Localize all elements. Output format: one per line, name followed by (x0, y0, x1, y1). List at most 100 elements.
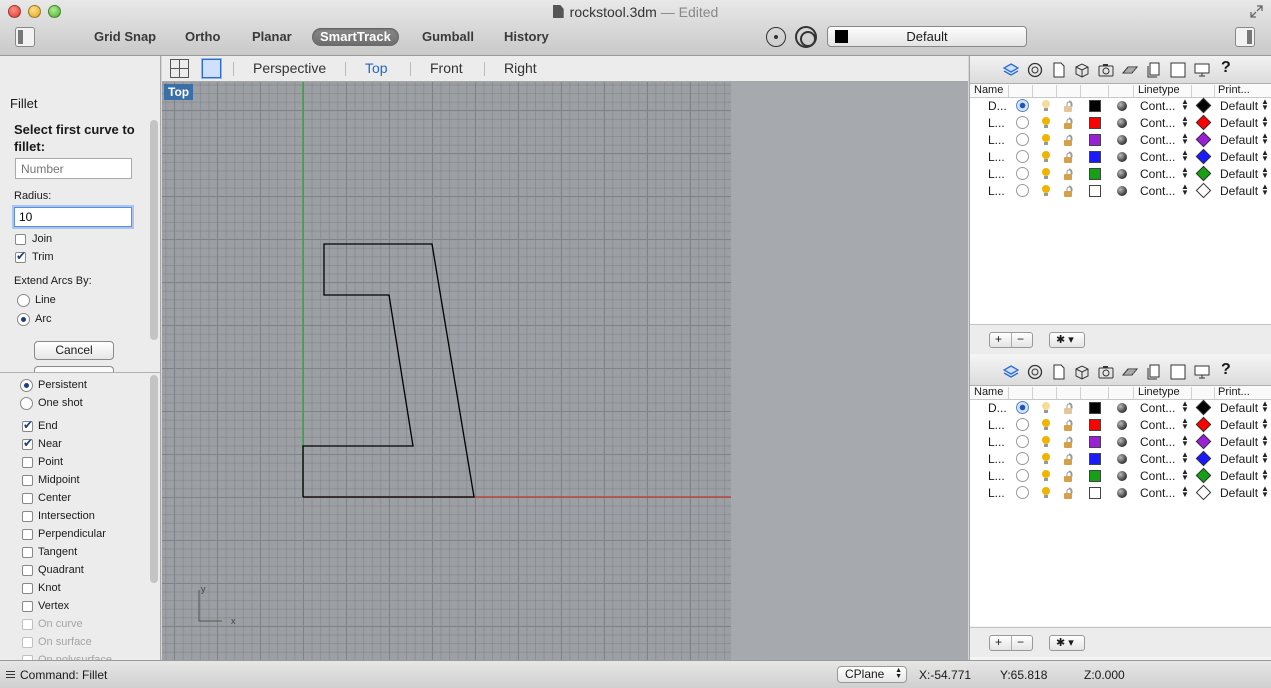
osnap-persistent-radio[interactable] (20, 379, 33, 392)
osnap-checkbox[interactable] (22, 436, 33, 450)
column-linetype[interactable]: Linetype (1138, 84, 1180, 96)
layer-row[interactable]: L... Cont... ▲ ▼ Default ▲ ▼ (970, 115, 1271, 132)
layer-lock-icon[interactable] (1062, 167, 1076, 181)
layer-visibility-icon[interactable] (1039, 486, 1053, 500)
command-line[interactable]: Command: Fillet (20, 668, 107, 682)
grid-snap-toggle[interactable]: Grid Snap (94, 28, 156, 46)
toggle-right-panel-button[interactable] (1235, 27, 1255, 47)
layer-material-icon[interactable] (1117, 420, 1127, 430)
help-icon[interactable]: ? (1221, 59, 1237, 76)
layer-lock-icon[interactable] (1062, 184, 1076, 198)
current-layer-radio[interactable] (1016, 167, 1029, 180)
layer-row[interactable]: L... Cont... ▲ ▼ Default ▲ ▼ (970, 149, 1271, 166)
layer-row[interactable]: L... Cont... ▲ ▼ Default ▲ ▼ (970, 451, 1271, 468)
layer-visibility-icon[interactable] (1039, 99, 1053, 113)
layer-color-swatch[interactable] (1089, 185, 1101, 197)
layer-print-width[interactable]: Default (1220, 184, 1258, 198)
column-name[interactable]: Name (974, 84, 1003, 96)
layer-row[interactable]: L... Cont... ▲ ▼ Default ▲ ▼ (970, 417, 1271, 434)
layer-lock-icon[interactable] (1062, 435, 1076, 449)
command-panel-scrollbar[interactable] (150, 120, 158, 340)
layer-linetype[interactable]: Cont... (1140, 99, 1175, 113)
layer-color-swatch[interactable] (1089, 151, 1101, 163)
layer-print-width[interactable]: Default (1220, 133, 1258, 147)
layer-linetype[interactable]: Cont... (1140, 469, 1175, 483)
print-color-diamond[interactable] (1195, 416, 1212, 433)
layer-visibility-icon[interactable] (1039, 418, 1053, 432)
command-history-icon[interactable] (6, 671, 15, 679)
layer-row[interactable]: L... Cont... ▲ ▼ Default ▲ ▼ (970, 183, 1271, 200)
layer-material-icon[interactable] (1117, 471, 1127, 481)
layer-color-swatch[interactable] (1089, 100, 1101, 112)
current-layer-radio[interactable] (1016, 469, 1029, 482)
layer-lock-icon[interactable] (1062, 486, 1076, 500)
current-layer-select[interactable]: Default (827, 26, 1027, 47)
osnap-scrollbar[interactable] (150, 375, 158, 583)
layer-color-swatch[interactable] (1089, 470, 1101, 482)
top-viewport[interactable]: Top y x (162, 82, 968, 660)
layer-name[interactable]: L... (988, 469, 1005, 483)
trim-checkbox[interactable] (15, 249, 26, 263)
print-color-diamond[interactable] (1195, 433, 1212, 450)
osnap-checkbox[interactable] (22, 475, 33, 486)
layer-print-width[interactable]: Default (1220, 116, 1258, 130)
column-name[interactable]: Name (974, 386, 1003, 398)
layer-row[interactable]: L... Cont... ▲ ▼ Default ▲ ▼ (970, 468, 1271, 485)
current-layer-radio[interactable] (1016, 150, 1029, 163)
layer-row[interactable]: D... Cont... ▲ ▼ Default ▲ ▼ (970, 98, 1271, 115)
notes-icon[interactable] (1051, 62, 1067, 78)
layer-material-icon[interactable] (1117, 186, 1127, 196)
layer-row[interactable]: L... Cont... ▲ ▼ Default ▲ ▼ (970, 485, 1271, 502)
tab-front[interactable]: Front (430, 60, 463, 76)
layer-linetype[interactable]: Cont... (1140, 435, 1175, 449)
layer-print-width[interactable]: Default (1220, 99, 1258, 113)
extend-line-radio[interactable] (17, 294, 30, 307)
layer-linetype[interactable]: Cont... (1140, 184, 1175, 198)
print-color-diamond[interactable] (1195, 484, 1212, 501)
object-properties-icon[interactable] (1074, 364, 1090, 380)
layer-lock-icon[interactable] (1062, 116, 1076, 130)
column-print[interactable]: Print... (1218, 386, 1250, 398)
layer-print-width[interactable]: Default (1220, 167, 1258, 181)
layer-name[interactable]: L... (988, 418, 1005, 432)
gumball-relocate-icon[interactable] (766, 27, 786, 47)
current-layer-radio[interactable] (1016, 418, 1029, 431)
tab-right[interactable]: Right (504, 60, 537, 76)
osnap-checkbox[interactable] (22, 418, 33, 432)
layer-options-button[interactable]: ✱ ▾ (1049, 635, 1085, 651)
layer-name[interactable]: L... (988, 486, 1005, 500)
current-layer-radio[interactable] (1016, 452, 1029, 465)
remove-layer-icon[interactable]: − (1017, 636, 1024, 649)
osnap-checkbox[interactable] (22, 493, 33, 504)
cplane-select[interactable]: CPlane ▲ ▼ (837, 666, 907, 683)
layer-linetype[interactable]: Cont... (1140, 150, 1175, 164)
layer-visibility-icon[interactable] (1039, 167, 1053, 181)
display-mode-icon[interactable] (1027, 364, 1043, 380)
tab-perspective[interactable]: Perspective (253, 60, 326, 76)
layer-material-icon[interactable] (1117, 135, 1127, 145)
layer-visibility-icon[interactable] (1039, 133, 1053, 147)
print-color-diamond[interactable] (1195, 97, 1212, 114)
named-views-icon[interactable] (1098, 364, 1114, 380)
layer-material-icon[interactable] (1117, 488, 1127, 498)
remove-layer-icon[interactable]: − (1017, 333, 1024, 346)
tab-top[interactable]: Top (365, 60, 388, 76)
layer-linetype[interactable]: Cont... (1140, 452, 1175, 466)
single-viewport-icon[interactable] (202, 59, 221, 78)
named-views-icon[interactable] (1098, 62, 1114, 78)
layer-row[interactable]: L... Cont... ▲ ▼ Default ▲ ▼ (970, 434, 1271, 451)
layer-color-swatch[interactable] (1089, 419, 1101, 431)
layer-visibility-icon[interactable] (1039, 469, 1053, 483)
cancel-button[interactable]: Cancel (34, 341, 114, 360)
fullscreen-icon[interactable] (1250, 5, 1263, 18)
layer-print-width[interactable]: Default (1220, 452, 1258, 466)
osnap-target-icon[interactable] (795, 26, 817, 48)
display-mode-icon[interactable] (1027, 62, 1043, 78)
named-cplanes-icon[interactable] (1122, 62, 1138, 78)
help-icon[interactable]: ? (1221, 361, 1237, 378)
print-color-diamond[interactable] (1195, 131, 1212, 148)
layer-print-width[interactable]: Default (1220, 469, 1258, 483)
viewport-title-label[interactable]: Top (164, 84, 194, 100)
add-layer-icon[interactable]: + (995, 636, 1002, 649)
layer-linetype[interactable]: Cont... (1140, 167, 1175, 181)
